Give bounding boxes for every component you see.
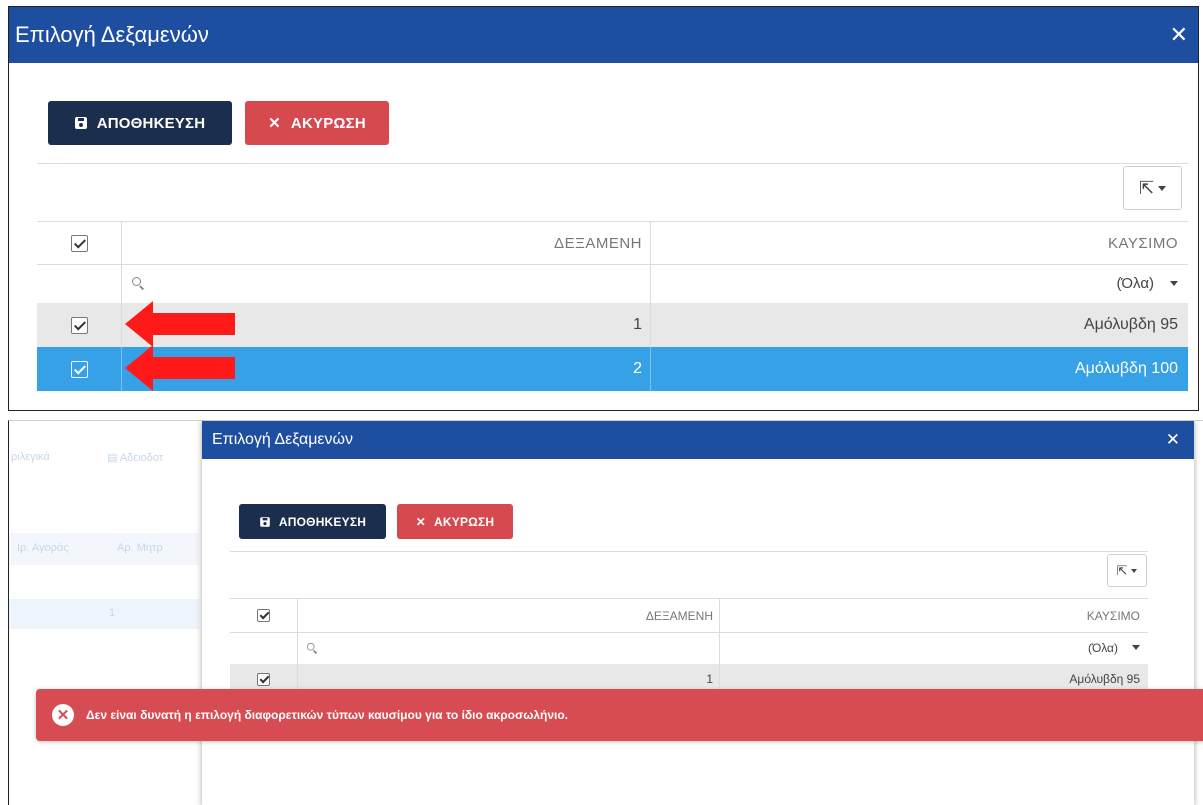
column-header-label: ΚΑΥΣΙΜΟ [1086, 608, 1140, 623]
cancel-button[interactable]: ✕ ΑΚΥΡΩΣΗ [245, 101, 389, 145]
fuel-cell: Αμόλυβδη 95 [651, 303, 1188, 347]
close-icon[interactable]: ✕ [1170, 22, 1188, 48]
background-data-row: 1 [9, 599, 199, 629]
grid-filter-row: (Όλα) [230, 631, 1148, 665]
close-icon: ✕ [415, 514, 427, 529]
annotation-arrow-left-icon [125, 301, 235, 347]
tank-filter-input[interactable] [298, 631, 720, 664]
close-icon: ✕ [268, 115, 281, 132]
tank-selection-modal: Επιλογή Δεξαμενών ✕ ΑΠΟΘΗΚΕΥΣΗ ✕ ΑΚΥΡΩΣΗ… [202, 421, 1194, 805]
background-column-label: Αρ. Μητρ [117, 542, 163, 554]
export-icon: ⇱ [1138, 177, 1155, 198]
tank-filter-input[interactable] [122, 263, 651, 303]
tank-selection-dialog-bottom: ριλεγικά ▤ Αδειοδοτ Ιρ. Αγοράς Αρ. Μητρ … [8, 420, 1203, 805]
tank-value: 2 [633, 360, 642, 377]
tank-value: 1 [706, 672, 713, 686]
select-all-cell [37, 222, 122, 264]
row-checkbox-cell [37, 347, 122, 391]
row-checkbox-cell [37, 303, 122, 347]
fuel-filter-value: (Όλα) [1116, 274, 1154, 292]
chevron-down-icon [1132, 645, 1140, 650]
select-all-cell [230, 599, 298, 632]
grid-header-row: ΔΕΞΑΜΕΝΗ ΚΑΥΣΙΜΟ [37, 221, 1188, 265]
dialog-title: Επιλογή Δεξαμενών [212, 431, 354, 448]
dialog-title: Επιλογή Δεξαμενών [15, 22, 209, 47]
filter-cell-empty [230, 631, 298, 664]
dialog-titlebar: Επιλογή Δεξαμενών ✕ [9, 7, 1198, 63]
row-checkbox[interactable] [70, 316, 88, 334]
fuel-cell: Αμόλυβδη 100 [651, 347, 1188, 391]
fuel-filter-select[interactable]: (Όλα) [720, 631, 1148, 664]
annotation-arrow-left-icon [125, 345, 235, 391]
floppy-disk-icon [74, 117, 87, 129]
export-button[interactable]: ⇱ [1123, 166, 1182, 210]
cancel-button-label: ΑΚΥΡΩΣΗ [434, 514, 495, 529]
grid-header-row: ΔΕΞΑΜΕΝΗ ΚΑΥΣΙΜΟ [230, 598, 1148, 633]
chevron-down-icon [1131, 568, 1138, 573]
chevron-down-icon [1170, 280, 1178, 286]
export-button[interactable]: ⇱ [1107, 554, 1147, 587]
tank-selection-dialog-top: Επιλογή Δεξαμενών ✕ ΑΠΟΘΗΚΕΥΣΗ ✕ ΑΚΥΡΩΣΗ… [8, 6, 1199, 411]
select-all-checkbox[interactable] [70, 234, 88, 252]
fuel-filter-value: (Όλα) [1087, 640, 1118, 655]
divider [230, 551, 1148, 552]
background-column-label: Ιρ. Αγοράς [17, 542, 69, 554]
fuel-filter-select[interactable]: (Όλα) [651, 263, 1188, 303]
tank-value: 1 [633, 316, 642, 333]
close-icon[interactable]: ✕ [1166, 430, 1180, 450]
column-header-label: ΔΕΞΑΜΕΝΗ [645, 608, 713, 623]
cancel-button-label: ΑΚΥΡΩΣΗ [290, 114, 366, 132]
column-header-tank[interactable]: ΔΕΞΑΜΕΝΗ [298, 599, 720, 632]
fuel-value: Αμόλυβδη 95 [1069, 672, 1140, 686]
search-icon [132, 277, 144, 289]
filter-cell-empty [37, 263, 122, 303]
background-toolbar-label: Αδειοδοτ [119, 452, 164, 464]
background-toolbar-item: ▤ Αδειοδοτ [107, 452, 164, 464]
dialog-titlebar: Επιλογή Δεξαμενών ✕ [202, 421, 1194, 459]
search-icon [306, 642, 317, 652]
export-icon: ⇱ [1116, 562, 1128, 578]
column-header-fuel[interactable]: ΚΑΥΣΙΜΟ [651, 222, 1188, 264]
column-header-label: ΚΑΥΣΙΜΟ [1107, 234, 1178, 252]
column-header-fuel[interactable]: ΚΑΥΣΙΜΟ [720, 599, 1148, 632]
background-cell-value: 1 [109, 607, 116, 619]
save-button[interactable]: ΑΠΟΘΗΚΕΥΣΗ [48, 101, 232, 145]
select-all-checkbox[interactable] [257, 609, 270, 622]
save-button-label: ΑΠΟΘΗΚΕΥΣΗ [278, 514, 367, 529]
save-button[interactable]: ΑΠΟΘΗΚΕΥΣΗ [239, 504, 386, 539]
error-message: Δεν είναι δυνατή η επιλογή διαφορετικών … [86, 708, 569, 722]
cancel-button[interactable]: ✕ ΑΚΥΡΩΣΗ [397, 504, 513, 539]
save-button-label: ΑΠΟΘΗΚΕΥΣΗ [96, 114, 206, 132]
floppy-disk-icon [260, 516, 270, 527]
background-header-row: Ιρ. Αγοράς Αρ. Μητρ [9, 533, 199, 565]
grid-filter-row: (Όλα) [37, 263, 1188, 304]
error-notification: ✕ Δεν είναι δυνατή η επιλογή διαφορετικώ… [36, 689, 1203, 741]
fuel-value: Αμόλυβδη 95 [1083, 316, 1178, 333]
divider [37, 163, 1188, 164]
background-toolbar-item: ριλεγικά [11, 451, 50, 463]
column-header-label: ΔΕΞΑΜΕΝΗ [554, 234, 642, 252]
fuel-value: Αμόλυβδη 100 [1075, 360, 1178, 377]
error-close-icon[interactable]: ✕ [52, 704, 74, 726]
row-checkbox[interactable] [70, 360, 88, 378]
chevron-down-icon [1158, 185, 1167, 191]
column-header-tank[interactable]: ΔΕΞΑΜΕΝΗ [122, 222, 651, 264]
row-checkbox[interactable] [257, 672, 270, 686]
